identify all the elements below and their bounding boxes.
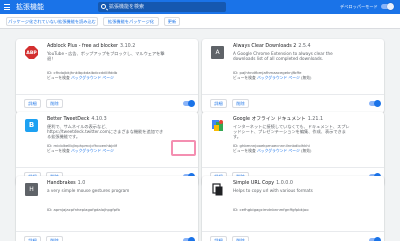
load-unpacked-button[interactable]: パッケージ化されていない拡張機能を読み込む [6,17,98,26]
update-button[interactable]: 更新 [164,17,180,26]
remove-button[interactable]: 削除 [232,99,249,108]
card-divider [16,94,198,95]
adblock-icon-text: ABP [26,50,37,56]
extension-card: H Handbrakes 1.0 a very simple mouse gest… [16,176,198,241]
extension-id: ID: cefhgbigagcimdnbnnmfgnffgfpbkjoo [233,207,309,212]
card-divider [16,231,198,232]
extension-description: 便利で、サムネイルの表示など、https://tweetdeck.twitter… [47,124,164,140]
letter-a-icon: A [211,46,224,59]
extension-description: インターネットに接続していなくても、ドキュメント、スプレッドシート、プレゼンテー… [233,124,350,140]
enable-toggle[interactable] [369,100,381,107]
details-button[interactable]: 詳細 [24,236,41,241]
inspect-views: ビューを検査 バックグラウンド ページ (無効) [233,75,312,80]
dev-toolbar: パッケージ化されていない拡張機能を読み込む 拡張機能をパッケージ化 更新 [0,14,400,29]
pack-extension-button[interactable]: 拡張機能をパッケージ化 [103,17,159,26]
extension-version: 1.0.0.0 [276,181,293,186]
remove-button[interactable]: 削除 [232,236,249,241]
better-tweetdeck-icon: B [25,119,38,132]
extension-version: 4.10.3 [91,117,107,122]
enable-toggle[interactable] [183,100,195,107]
extension-name: Always Clear Downloads 2 2.5.4 [233,44,311,49]
copy-doc-icon [212,183,223,196]
dev-mode-label: デベロッパーモード [340,4,378,9]
menu-icon[interactable] [4,4,10,10]
card-divider [202,231,384,232]
inspect-views: ビューを検査 バックグラウンド ページ [47,148,114,153]
search-icon [101,4,106,9]
background-page-link[interactable]: バックグラウンド ページ [257,75,300,80]
details-button[interactable]: 詳細 [210,99,227,108]
extension-name: Simple URL Copy 1.0.0.0 [233,181,293,186]
extension-description: A Google Chrome Extension to always clea… [233,51,333,62]
background-page-link[interactable]: バックグラウンド ページ [71,148,114,153]
extension-name: Adblock Plus - free ad blocker 3.10.2 [47,44,136,49]
google-docs-offline-icon [212,120,223,131]
background-page-link[interactable]: バックグラウンド ページ [71,75,114,80]
extension-version: 1.0 [77,181,86,186]
card-divider [202,94,384,95]
inspect-views: ビューを検査 バックグラウンド ページ [47,75,114,80]
extension-description: YouTube・広告、ポップアップをブロックし、マルウェアを撃退！ [47,51,165,62]
search-input[interactable] [109,2,219,12]
extension-version: 1.21.1 [307,117,323,122]
adblock-icon: ABP [25,46,38,59]
page-title: 拡張機能 [16,3,44,11]
background-page-link[interactable]: バックグラウンド ページ [257,148,300,153]
letter-h-icon: H [25,183,38,196]
inspect-views: ビューを検査 バックグラウンド ページ (無効) [233,148,312,153]
remove-button[interactable]: 削除 [46,99,63,108]
card-divider [202,167,384,168]
extension-description: Helps to copy url with various formats [233,188,313,193]
details-button[interactable]: 詳細 [24,99,41,108]
extension-card: Simple URL Copy 1.0.0.0 Helps to copy url… [202,176,384,241]
dev-mode-toggle[interactable] [381,3,394,10]
extension-name: Google オフライン ドキュメント 1.21.1 [233,117,323,122]
extension-name: Handbrakes 1.0 [47,181,86,186]
details-button[interactable]: 詳細 [210,236,227,241]
extension-version: 3.10.2 [120,44,136,49]
toggle-highlight-box [171,140,196,156]
extension-description: a very simple mouse gestures program [47,188,130,193]
extension-card: ABP Adblock Plus - free ad blocker 3.10.2… [16,39,198,113]
extension-card: Google オフライン ドキュメント 1.21.1 インターネットに接続していな… [202,112,384,186]
extension-card: A Always Clear Downloads 2 2.5.4 A Google… [202,39,384,113]
card-divider [16,167,198,168]
extension-id: ID: apmjajacpfnheplagofgdalojhpgfpfb [47,207,120,212]
top-bar: 拡張機能 デベロッパーモード [0,0,400,14]
search-box[interactable] [98,2,226,12]
extension-name: Better TweetDeck 4.10.3 [47,117,107,122]
extension-version: 2.5.4 [298,44,311,49]
remove-button[interactable]: 削除 [46,236,63,241]
